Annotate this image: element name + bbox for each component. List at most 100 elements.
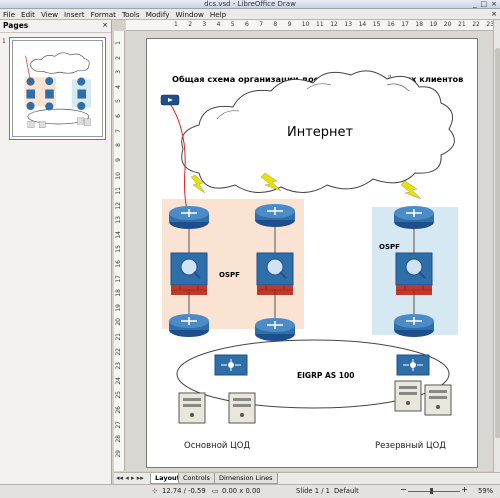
server-icon (228, 392, 256, 424)
menu-insert[interactable]: Insert (64, 9, 85, 20)
ruler-tick: 16 (387, 21, 395, 28)
ruler-tick: 25 (115, 391, 122, 400)
switch-icon (214, 354, 248, 376)
ruler-tick: 6 (115, 114, 122, 118)
ruler-tick: 19 (429, 21, 438, 28)
ruler-tick: 12 (330, 21, 338, 28)
ruler-tick: 11 (115, 187, 122, 195)
ruler-tick: 1 (115, 41, 122, 45)
ruler-tick: 22 (115, 347, 122, 356)
menu-tools[interactable]: Tools (122, 9, 140, 20)
menu-help[interactable]: Help (210, 9, 226, 20)
zoom-level[interactable]: 59% (478, 487, 493, 495)
ruler-tick: 17 (115, 274, 122, 283)
ruler-tick: 24 (115, 376, 122, 385)
position-readout: 12.74 / -0.59 (162, 487, 206, 495)
ruler-tick: 29 (115, 449, 122, 458)
lightning-icon (400, 180, 422, 200)
maximize-icon[interactable]: □ (481, 0, 488, 9)
ruler-tick: 8 (273, 21, 278, 28)
ruler-tick: 4 (216, 21, 221, 28)
thumbnail-preview (12, 40, 103, 137)
ruler-tick: 2 (188, 21, 193, 28)
size-icon: ▭ (212, 487, 219, 495)
layer-tab-bar: ◂◂ ◂ ▸ ▸▸ Layout Controls Dimension Line… (114, 472, 500, 484)
menu-modify[interactable]: Modify (146, 9, 170, 20)
page-thumbnail[interactable] (9, 37, 106, 140)
drawing-canvas[interactable]: Общая схема организации доступа для удал… (126, 31, 493, 471)
ruler-tick: 14 (115, 230, 122, 239)
vertical-ruler[interactable]: 1 2 3 4 5 6 7 8 9 10 11 12 13 14 15 16 17 18 19 20 21 22 23 24 2… (114, 31, 125, 471)
minimize-icon[interactable]: _ (473, 0, 477, 9)
menu-file[interactable]: File (3, 9, 15, 20)
ruler-tick: 8 (115, 143, 122, 148)
menu-format[interactable]: Format (91, 9, 116, 20)
pages-panel-header: Pages × (0, 20, 111, 33)
page-number: 1 (2, 38, 6, 45)
menu-view[interactable]: View (41, 9, 58, 20)
ruler-tick: 7 (259, 21, 264, 28)
ruler-tick: 15 (115, 245, 122, 254)
zoom-slider-knob[interactable] (430, 488, 433, 494)
zoom-out-icon[interactable]: − (400, 485, 407, 494)
ruler-tick: 4 (115, 84, 122, 89)
ruler-tick: 7 (115, 128, 122, 133)
menu-edit[interactable]: Edit (21, 9, 35, 20)
ospf-left-label: OSPF (219, 271, 240, 279)
ruler-tick: 3 (202, 21, 207, 28)
ruler-tick: 28 (115, 435, 122, 443)
tab-dimension-lines[interactable]: Dimension Lines (214, 473, 278, 484)
menu-window[interactable]: Window (176, 9, 204, 20)
ruler-tick: 20 (443, 21, 452, 28)
ruler-tick: 18 (115, 289, 122, 297)
libreoffice-draw-window: dcs.vsd - LibreOffice Draw _ □ × File Ed… (0, 0, 500, 498)
router-icon (394, 314, 434, 337)
horizontal-ruler[interactable]: 1 2 3 4 5 6 7 8 9 10 11 12 13 14 15 16 17 18 19 20 21 22 23 (126, 20, 494, 31)
ruler-tick: 10 (115, 172, 122, 181)
ruler-tick: 19 (115, 303, 122, 312)
network-diagram (160, 70, 458, 424)
router-icon (394, 206, 434, 229)
close-icon[interactable]: × (491, 0, 497, 9)
vertical-scrollbar[interactable] (493, 20, 500, 472)
firewall-icon (170, 252, 208, 295)
ruler-tick: 26 (115, 406, 122, 414)
ruler-tick: 20 (115, 318, 122, 327)
ruler-tick: 5 (115, 99, 122, 104)
zoom-slider[interactable]: − + (400, 485, 468, 495)
slide-indicator: Slide 1 / 1 (296, 487, 331, 495)
close-panel-icon[interactable]: × (102, 21, 108, 29)
pages-panel-title: Pages (3, 21, 29, 30)
ruler-tick: 23 (115, 362, 122, 370)
router-icon (255, 204, 295, 227)
ospf-right-label: OSPF (379, 243, 400, 251)
ruler-tick: 13 (344, 21, 353, 28)
router-icon (169, 206, 209, 229)
tab-nav-arrows-icon[interactable]: ◂◂ ◂ ▸ ▸▸ (116, 474, 144, 482)
ruler-tick: 12 (115, 201, 122, 210)
eigrp-label: EIGRP AS 100 (297, 371, 355, 380)
tab-controls[interactable]: Controls (178, 473, 215, 484)
ruler-tick: 16 (115, 260, 122, 268)
window-controls: _ □ × (473, 0, 497, 9)
zoom-in-icon[interactable]: + (461, 485, 468, 494)
close-document-icon[interactable]: × (491, 9, 497, 20)
ruler-tick: 22 (472, 21, 480, 28)
ruler-tick: 11 (316, 21, 324, 28)
menu-bar: File Edit View Insert Format Tools Modif… (0, 9, 500, 20)
ruler-tick: 6 (245, 21, 249, 28)
ruler-tick: 21 (458, 21, 466, 28)
router-icon (169, 314, 209, 337)
ruler-tick: 10 (301, 21, 310, 28)
drawing-page[interactable]: Общая схема организации доступа для удал… (146, 38, 478, 468)
reserve-dc-label: Резервный ЦОД (375, 441, 446, 451)
ruler-tick: 15 (372, 21, 381, 28)
thumbnail-diagram (24, 52, 91, 128)
server-icon (178, 392, 206, 424)
ruler-tick: 18 (415, 21, 424, 28)
ruler-tick: 27 (115, 420, 122, 429)
layout-name: Default (334, 487, 359, 495)
firewall-icon (256, 252, 294, 295)
scrollbar-thumb[interactable] (495, 48, 500, 438)
internet-label: Интернет (287, 125, 354, 140)
